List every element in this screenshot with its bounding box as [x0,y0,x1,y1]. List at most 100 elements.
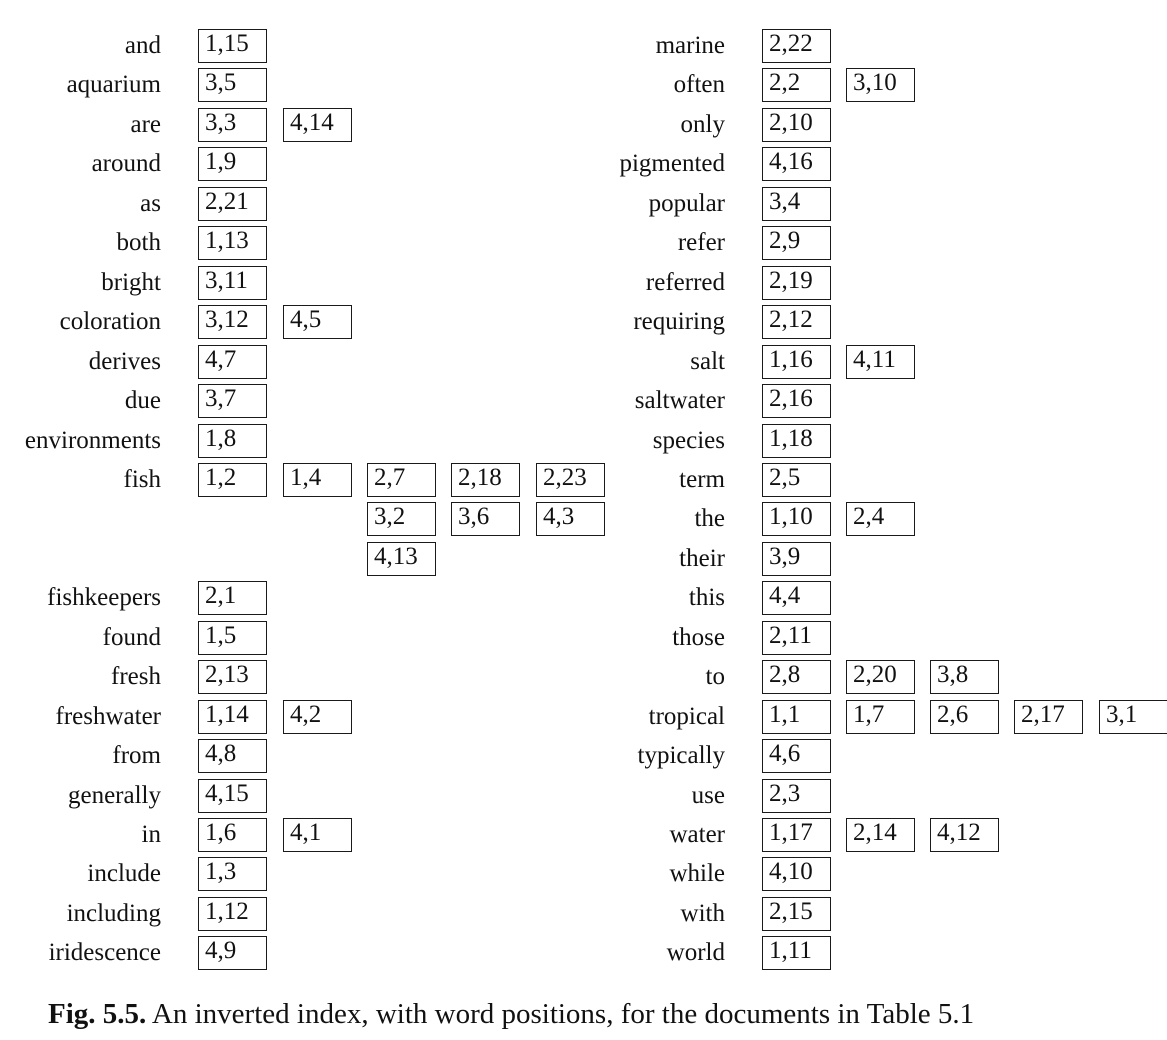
index-term: fresh [111,663,161,691]
index-term: fishkeepers [47,584,161,612]
index-term: are [130,110,161,138]
index-term: popular [648,189,725,217]
posting-box: 2,8 [762,660,831,695]
index-term: referred [645,268,725,296]
posting-box: 2,1 [198,581,267,616]
posting-box: 2,17 [1014,699,1083,734]
posting-box: 2,12 [762,305,831,340]
posting-box: 2,21 [198,186,267,221]
index-term: including [66,899,161,927]
posting-box: 4,8 [198,739,267,774]
posting-box: 3,1 [1099,699,1167,734]
posting-box: 2,19 [762,265,831,300]
caption-text: An inverted index, with word positions, … [146,998,975,1030]
posting-box: 2,6 [930,699,999,734]
index-term: often [673,71,725,99]
index-term: requiring [633,308,725,336]
posting-box: 2,11 [762,620,831,655]
posting-box: 3,5 [198,68,267,103]
posting-box: 1,5 [198,620,267,655]
posting-box: 3,12 [198,305,267,340]
index-term: include [87,860,161,888]
index-term: only [680,110,725,138]
posting-box: 1,1 [762,699,831,734]
index-term: generally [67,781,161,809]
posting-box: 1,15 [198,29,267,63]
index-term: water [669,821,725,848]
index-term: saltwater [634,387,725,415]
index-term: while [669,860,725,888]
index-term: use [691,781,725,809]
index-term: species [652,426,725,454]
posting-box: 2,16 [762,384,831,419]
index-term: this [688,584,725,612]
index-term: term [679,465,725,493]
posting-box: 2,10 [762,107,831,142]
posting-box: 2,14 [846,818,915,852]
index-term: due [124,387,161,415]
posting-box: 3,8 [930,660,999,695]
posting-box: 1,2 [198,462,267,497]
index-term: coloration [59,308,161,336]
posting-box: 4,12 [930,818,999,852]
posting-box: 1,9 [198,147,267,182]
posting-box: 1,13 [198,226,267,261]
posting-box: 3,7 [198,384,267,419]
index-term: iridescence [48,939,161,967]
posting-box: 4,10 [762,857,831,892]
index-term: derives [88,347,161,375]
posting-box: 2,3 [762,778,831,813]
index-term: refer [677,229,725,257]
index-term: pigmented [619,150,725,178]
posting-box: 2,15 [762,896,831,931]
index-term: around [91,150,161,178]
posting-box: 2,4 [846,502,915,537]
posting-box: 3,9 [762,541,831,576]
posting-box: 3,3 [198,107,267,142]
index-term: the [694,505,725,533]
posting-box: 2,9 [762,226,831,261]
posting-box: 2,5 [762,462,831,497]
posting-box: 4,7 [198,344,267,379]
posting-box: 1,7 [846,699,915,734]
posting-box: 1,6 [198,818,267,852]
posting-box: 2,13 [198,660,267,695]
posting-box: 1,18 [762,423,831,458]
posting-box: 2,22 [762,29,831,63]
posting-box: 3,4 [762,186,831,221]
posting-box: 4,4 [762,581,831,616]
index-term: bright [101,268,161,296]
posting-box: 1,11 [762,936,831,971]
index-term: found [102,623,161,651]
index-term: in [141,821,161,848]
index-term: salt [690,347,725,375]
index-term: both [116,229,161,257]
posting-box: 4,15 [198,778,267,813]
index-term: to [705,663,725,691]
index-term: typically [637,742,725,770]
posting-box: 1,14 [198,699,267,734]
posting-box: 4,16 [762,147,831,182]
index-term: freshwater [55,702,162,730]
index-term: those [672,623,725,651]
posting-box: 4,9 [198,936,267,971]
posting-box: 1,10 [762,502,831,537]
index-term: aquarium [66,71,161,99]
index-term: marine [655,32,725,59]
posting-box: 1,8 [198,423,267,458]
index-term: and [124,32,161,59]
posting-box: 1,12 [198,896,267,931]
posting-box: 1,3 [198,857,267,892]
posting-box: 1,16 [762,344,831,379]
posting-box: 4,6 [762,739,831,774]
index-term: world [666,939,725,967]
posting-box: 2,20 [846,660,915,695]
posting-box: 3,11 [198,265,267,300]
posting-box: 4,11 [846,344,915,379]
index-term: as [140,189,161,217]
index-term: tropical [648,702,725,730]
figure-caption: Fig. 5.5. An inverted index, with word p… [48,998,974,1031]
posting-box: 3,10 [846,68,915,103]
index-term: from [112,742,161,770]
caption-label: Fig. 5.5. [48,998,147,1030]
